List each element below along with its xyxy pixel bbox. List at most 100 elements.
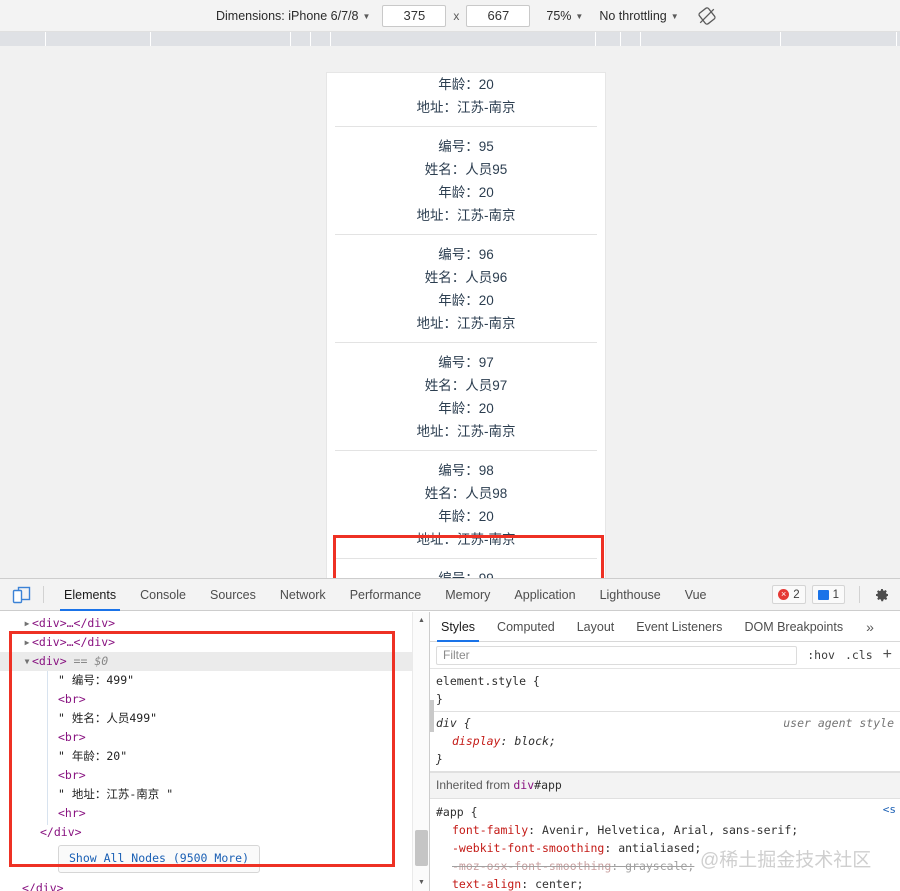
- scrollbar-thumb[interactable]: [415, 830, 428, 866]
- tab-computed[interactable]: Computed: [486, 612, 566, 642]
- css-value[interactable]: block;: [514, 734, 556, 748]
- dom-node-br[interactable]: <br>: [0, 690, 412, 709]
- ruler-tick: [595, 32, 596, 46]
- message-count-label: 1: [832, 588, 839, 601]
- scroll-down-icon[interactable]: ▼: [413, 874, 429, 891]
- ruler-tick: [290, 32, 291, 46]
- css-rule-close: }: [436, 752, 443, 766]
- person-address: 地址：江苏-南京: [416, 316, 516, 331]
- dom-node-close-trailing[interactable]: </div>: [0, 879, 412, 891]
- ruler-tick: [330, 32, 331, 46]
- tab-dom-breakpoints[interactable]: DOM Breakpoints: [733, 612, 854, 642]
- css-declaration[interactable]: text-align: center;: [436, 875, 900, 891]
- device-viewport[interactable]: 年龄：20 地址：江苏-南京 编号：95 姓名：人员95 年龄：20 地址：江苏…: [326, 72, 606, 578]
- dom-text-value: " 地址：江苏-南京 ": [58, 787, 174, 801]
- css-declaration[interactable]: display: block;: [436, 732, 900, 750]
- zoom-dropdown[interactable]: 75% ▼: [546, 9, 583, 23]
- css-rule-element-style[interactable]: element.style { }: [430, 670, 900, 712]
- error-icon: ×: [778, 589, 790, 600]
- css-declaration-disabled[interactable]: -moz-osx-font-smoothing: grayscale;: [436, 857, 900, 875]
- css-selector[interactable]: element.style {: [436, 672, 900, 690]
- css-value[interactable]: antialiased;: [618, 841, 701, 855]
- tab-sources[interactable]: Sources: [198, 579, 268, 611]
- person-address: 地址：江苏-南京: [416, 424, 516, 439]
- ruler-tick: [896, 32, 897, 46]
- css-value[interactable]: center;: [535, 877, 583, 891]
- error-count-badge[interactable]: × 2: [772, 585, 806, 604]
- chevron-down-icon[interactable]: ▼: [22, 652, 32, 671]
- tab-memory[interactable]: Memory: [433, 579, 502, 611]
- css-value[interactable]: grayscale;: [625, 859, 694, 873]
- css-selector[interactable]: #app {: [436, 803, 900, 821]
- scrollbar-thumb[interactable]: [430, 700, 434, 732]
- rotate-icon[interactable]: [697, 6, 717, 26]
- entry-divider: [335, 450, 597, 451]
- dom-text-node[interactable]: " 姓名：人员499": [0, 709, 412, 728]
- dom-node-br[interactable]: <br>: [0, 766, 412, 785]
- device-toolbar-icon[interactable]: [9, 584, 35, 606]
- ruler-tick: [620, 32, 621, 46]
- css-declaration[interactable]: font-family: Avenir, Helvetica, Arial, s…: [436, 821, 900, 839]
- dom-node-collapsed[interactable]: ▶ <div>…</div>: [0, 614, 412, 633]
- cls-toggle-button[interactable]: .cls: [845, 648, 873, 662]
- tab-performance[interactable]: Performance: [338, 579, 434, 611]
- dimensions-label: Dimensions: iPhone 6/7/8: [216, 8, 359, 23]
- person-name: 姓名：人员95: [424, 162, 508, 177]
- dom-text-node[interactable]: " 编号：499": [0, 671, 412, 690]
- show-all-nodes-button[interactable]: Show All Nodes (9500 More): [58, 845, 261, 873]
- tab-elements[interactable]: Elements: [52, 579, 128, 611]
- styles-scrollbar[interactable]: [430, 670, 435, 891]
- dom-node-label: <br>: [58, 730, 86, 744]
- css-rule-origin: user agent style: [783, 716, 894, 730]
- message-icon: [817, 589, 829, 600]
- css-property[interactable]: -webkit-font-smoothing: [436, 841, 604, 855]
- person-entry: 编号：97 姓名：人员97 年龄：20 地址：江苏-南京: [327, 351, 605, 451]
- css-property[interactable]: -moz-osx-font-smoothing: [436, 859, 611, 873]
- tab-layout[interactable]: Layout: [566, 612, 626, 642]
- throttling-dropdown[interactable]: No throttling ▼: [599, 9, 678, 23]
- dom-tree[interactable]: ▶ <div>…</div> ▶ <div>…</div> ▼ <div> == $0…: [0, 612, 412, 891]
- ruler-tick: [780, 32, 781, 46]
- dom-node-hr[interactable]: <hr>: [0, 804, 412, 823]
- tab-network[interactable]: Network: [268, 579, 338, 611]
- person-id: 编号：97: [438, 355, 494, 370]
- more-tabs-icon[interactable]: »: [858, 619, 882, 635]
- tab-lighthouse[interactable]: Lighthouse: [588, 579, 673, 611]
- dom-text-node[interactable]: " 年龄：20": [0, 747, 412, 766]
- device-toolbar: Dimensions: iPhone 6/7/8▼ x 75%▼ No thro…: [0, 0, 900, 32]
- tab-vue[interactable]: Vue: [673, 579, 719, 611]
- tab-styles[interactable]: Styles: [430, 612, 486, 642]
- css-value[interactable]: Avenir, Helvetica, Arial, sans-serif;: [542, 823, 798, 837]
- dom-node-selected[interactable]: ▼ <div> == $0: [0, 652, 412, 671]
- dom-tree-scrollbar[interactable]: ▲ ▼: [412, 612, 429, 891]
- message-count-badge[interactable]: 1: [811, 585, 845, 604]
- new-style-rule-button[interactable]: +: [883, 647, 892, 663]
- gear-icon[interactable]: [874, 587, 890, 603]
- css-source-link[interactable]: <s: [883, 801, 896, 819]
- chevron-right-icon[interactable]: ▶: [22, 614, 32, 633]
- css-declaration[interactable]: -webkit-font-smoothing: antialiased;: [436, 839, 900, 857]
- chevron-right-icon[interactable]: ▶: [22, 633, 32, 652]
- scroll-up-icon[interactable]: ▲: [413, 612, 429, 629]
- css-rule-app[interactable]: <s #app { font-family: Avenir, Helvetica…: [430, 799, 900, 891]
- dom-node-br[interactable]: <br>: [0, 728, 412, 747]
- tab-event-listeners[interactable]: Event Listeners: [625, 612, 733, 642]
- dimensions-dropdown[interactable]: Dimensions: iPhone 6/7/8 ▼: [216, 9, 370, 23]
- styles-filter-input[interactable]: [436, 645, 798, 665]
- dom-node-collapsed[interactable]: ▶ <div>…</div>: [0, 633, 412, 652]
- dom-text-node[interactable]: " 地址：江苏-南京 ": [0, 785, 412, 804]
- css-property[interactable]: font-family: [436, 823, 528, 837]
- tab-application[interactable]: Application: [502, 579, 587, 611]
- css-property[interactable]: display: [436, 734, 500, 748]
- error-count-label: 2: [793, 588, 800, 601]
- viewport-width-input[interactable]: [382, 4, 447, 27]
- person-entry-partial: 年龄：20 地址：江苏-南京: [327, 73, 605, 127]
- dom-node-label: </div>: [40, 825, 82, 839]
- css-property[interactable]: text-align: [436, 877, 521, 891]
- entry-divider: [335, 342, 597, 343]
- hov-toggle-button[interactable]: :hov: [807, 648, 835, 662]
- tab-console[interactable]: Console: [128, 579, 198, 611]
- css-rule-div[interactable]: user agent style div { display: block; }: [430, 712, 900, 772]
- dom-node-close[interactable]: </div>: [0, 823, 412, 842]
- viewport-height-input[interactable]: [466, 4, 531, 27]
